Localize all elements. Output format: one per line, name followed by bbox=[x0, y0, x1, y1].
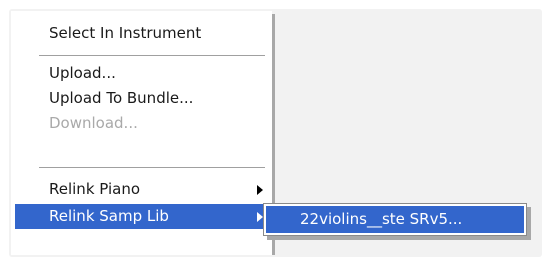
menu-item-upload-to-bundle[interactable]: Upload To Bundle... bbox=[15, 86, 271, 111]
submenu-item-label: 22violins__ste SRv5... bbox=[300, 210, 463, 228]
menu-item-label: Upload... bbox=[49, 64, 116, 82]
menu-item-relink-samp-lib[interactable]: Relink Samp Lib bbox=[15, 204, 271, 229]
submenu-item-22violins-ste-srv5[interactable]: 22violins__ste SRv5... bbox=[266, 206, 524, 233]
arrow-right-icon bbox=[257, 185, 263, 195]
menu-item-download: Download... bbox=[15, 111, 271, 136]
menu-item-label: Download... bbox=[49, 114, 138, 132]
menu-item-label: Relink Samp Lib bbox=[49, 207, 169, 225]
menu-item-label: Upload To Bundle... bbox=[49, 89, 194, 107]
relink-samp-lib-submenu: 22violins__ste SRv5... bbox=[263, 203, 527, 236]
menu-item-upload[interactable]: Upload... bbox=[15, 61, 271, 86]
menu-separator bbox=[39, 167, 265, 169]
menu-item-select-in-instrument[interactable]: Select In Instrument bbox=[15, 21, 271, 46]
context-menu: Select In Instrument Upload... Upload To… bbox=[11, 11, 272, 255]
menu-separator bbox=[39, 55, 265, 57]
menu-item-label: Relink Piano bbox=[49, 180, 141, 198]
menu-item-label: Select In Instrument bbox=[49, 24, 202, 42]
menu-item-relink-piano[interactable]: Relink Piano bbox=[15, 177, 271, 202]
submenu-shadow bbox=[267, 236, 531, 240]
